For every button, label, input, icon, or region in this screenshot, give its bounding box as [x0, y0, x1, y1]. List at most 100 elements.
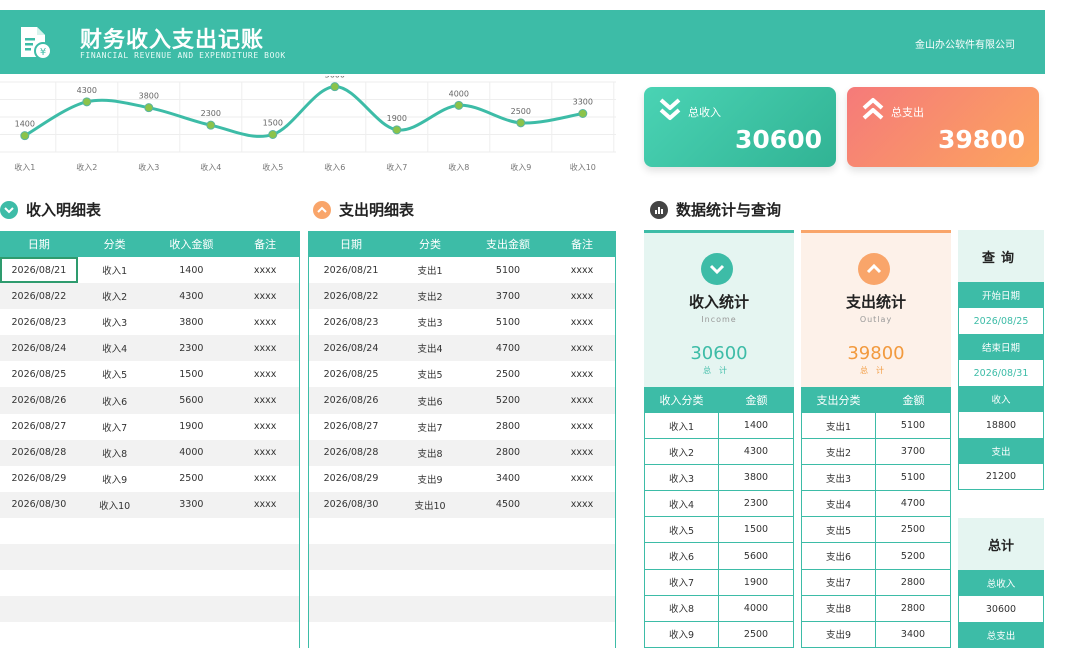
amount-cell[interactable]: 5200: [876, 543, 950, 568]
category-cell[interactable]: 支出9: [802, 621, 876, 647]
category-cell[interactable]: 收入8: [645, 595, 719, 621]
category-cell[interactable]: 支出6: [802, 543, 876, 569]
amount-cell[interactable]: 5100: [876, 413, 950, 438]
amount-cell[interactable]: 3400: [467, 466, 549, 492]
category-cell[interactable]: 支出7: [393, 414, 467, 440]
amount-cell[interactable]: 2500: [151, 466, 231, 492]
category-cell[interactable]: 收入3: [78, 309, 152, 335]
amount-cell[interactable]: 2300: [719, 491, 793, 516]
start-date-input[interactable]: 2026/08/25: [958, 308, 1044, 334]
date-cell[interactable]: 2026/08/22: [309, 283, 393, 309]
amount-cell[interactable]: 4300: [719, 439, 793, 464]
amount-cell[interactable]: 2800: [876, 570, 950, 595]
amount-cell[interactable]: 2800: [467, 440, 549, 466]
category-cell[interactable]: 收入10: [78, 492, 152, 518]
date-cell[interactable]: 2026/08/30: [0, 492, 78, 518]
note-cell[interactable]: xxxx: [231, 440, 299, 466]
date-cell[interactable]: 2026/08/26: [0, 387, 78, 413]
category-cell[interactable]: 收入6: [78, 387, 152, 413]
note-cell[interactable]: xxxx: [549, 361, 615, 387]
amount-cell[interactable]: 5100: [467, 309, 549, 335]
category-cell[interactable]: 收入4: [78, 335, 152, 361]
category-cell[interactable]: 支出10: [393, 492, 467, 518]
amount-cell[interactable]: 5600: [719, 543, 793, 568]
amount-cell[interactable]: 1500: [719, 517, 793, 542]
category-cell[interactable]: 收入2: [78, 283, 152, 309]
note-cell[interactable]: xxxx: [549, 283, 615, 309]
note-cell[interactable]: xxxx: [231, 257, 299, 283]
date-cell[interactable]: 2026/08/27: [0, 414, 78, 440]
date-cell[interactable]: 2026/08/22: [0, 283, 78, 309]
category-cell[interactable]: 支出4: [802, 491, 876, 517]
category-cell[interactable]: 收入5: [78, 361, 152, 387]
note-cell[interactable]: xxxx: [231, 387, 299, 413]
note-cell[interactable]: xxxx: [549, 466, 615, 492]
date-cell[interactable]: 2026/08/29: [0, 466, 78, 492]
category-cell[interactable]: 支出7: [802, 569, 876, 595]
date-cell[interactable]: 2026/08/28: [0, 440, 78, 466]
category-cell[interactable]: 支出2: [802, 439, 876, 465]
amount-cell[interactable]: 3700: [467, 283, 549, 309]
category-cell[interactable]: 收入1: [645, 413, 719, 439]
amount-cell[interactable]: 3400: [876, 622, 950, 647]
category-cell[interactable]: 收入5: [645, 517, 719, 543]
category-cell[interactable]: 支出9: [393, 466, 467, 492]
date-cell[interactable]: 2026/08/24: [0, 335, 78, 361]
amount-cell[interactable]: 4700: [467, 335, 549, 361]
category-cell[interactable]: 支出6: [393, 387, 467, 413]
date-cell[interactable]: 2026/08/29: [309, 466, 393, 492]
note-cell[interactable]: xxxx: [549, 309, 615, 335]
amount-cell[interactable]: 3800: [719, 465, 793, 490]
date-cell[interactable]: 2026/08/21: [0, 257, 78, 284]
date-cell[interactable]: 2026/08/26: [309, 387, 393, 413]
category-cell[interactable]: 收入4: [645, 491, 719, 517]
note-cell[interactable]: xxxx: [231, 309, 299, 335]
date-cell[interactable]: 2026/08/25: [0, 361, 78, 387]
note-cell[interactable]: xxxx: [231, 361, 299, 387]
date-cell[interactable]: 2026/08/21: [309, 257, 393, 283]
note-cell[interactable]: xxxx: [549, 414, 615, 440]
category-cell[interactable]: 支出4: [393, 335, 467, 361]
category-cell[interactable]: 收入9: [645, 621, 719, 647]
note-cell[interactable]: xxxx: [231, 335, 299, 361]
date-cell[interactable]: 2026/08/23: [0, 309, 78, 335]
amount-cell[interactable]: 2300: [151, 335, 231, 361]
note-cell[interactable]: xxxx: [549, 492, 615, 518]
amount-cell[interactable]: 5100: [467, 257, 549, 283]
amount-cell[interactable]: 2500: [467, 361, 549, 387]
amount-cell[interactable]: 3800: [151, 309, 231, 335]
amount-cell[interactable]: 4000: [719, 596, 793, 621]
amount-cell[interactable]: 1500: [151, 361, 231, 387]
category-cell[interactable]: 支出3: [393, 309, 467, 335]
category-cell[interactable]: 收入2: [645, 439, 719, 465]
amount-cell[interactable]: 1900: [719, 570, 793, 595]
category-cell[interactable]: 支出3: [802, 465, 876, 491]
note-cell[interactable]: xxxx: [549, 387, 615, 413]
category-cell[interactable]: 支出5: [393, 361, 467, 387]
category-cell[interactable]: 收入6: [645, 543, 719, 569]
amount-cell[interactable]: 2800: [467, 414, 549, 440]
amount-cell[interactable]: 3300: [151, 492, 231, 518]
note-cell[interactable]: xxxx: [231, 283, 299, 309]
end-date-input[interactable]: 2026/08/31: [958, 360, 1044, 386]
amount-cell[interactable]: 4500: [467, 492, 549, 518]
amount-cell[interactable]: 2800: [876, 596, 950, 621]
note-cell[interactable]: xxxx: [231, 492, 299, 518]
amount-cell[interactable]: 2500: [876, 517, 950, 542]
note-cell[interactable]: xxxx: [231, 466, 299, 492]
amount-cell[interactable]: 1900: [151, 414, 231, 440]
date-cell[interactable]: 2026/08/30: [309, 492, 393, 518]
category-cell[interactable]: 收入1: [78, 257, 152, 283]
category-cell[interactable]: 支出2: [393, 283, 467, 309]
note-cell[interactable]: xxxx: [549, 257, 615, 283]
amount-cell[interactable]: 4300: [151, 283, 231, 309]
amount-cell[interactable]: 4700: [876, 491, 950, 516]
amount-cell[interactable]: 4000: [151, 440, 231, 466]
category-cell[interactable]: 支出8: [802, 595, 876, 621]
date-cell[interactable]: 2026/08/23: [309, 309, 393, 335]
amount-cell[interactable]: 5600: [151, 387, 231, 413]
category-cell[interactable]: 支出1: [393, 257, 467, 283]
category-cell[interactable]: 支出5: [802, 517, 876, 543]
amount-cell[interactable]: 3700: [876, 439, 950, 464]
amount-cell[interactable]: 5200: [467, 387, 549, 413]
